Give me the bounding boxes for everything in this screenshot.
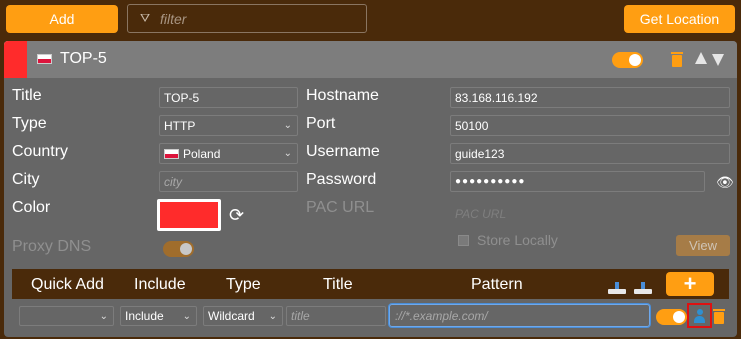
poland-flag-icon bbox=[164, 148, 179, 159]
chevron-down-icon: ⌄ bbox=[283, 148, 292, 159]
user-icon bbox=[694, 308, 705, 323]
show-password-icon[interactable]: 👁 bbox=[716, 174, 734, 191]
city-input[interactable]: city bbox=[159, 171, 298, 192]
type-label: Type bbox=[12, 115, 47, 132]
proxy-color-strip bbox=[4, 41, 27, 78]
poland-flag-icon bbox=[37, 54, 52, 64]
view-button[interactable]: View bbox=[676, 235, 730, 256]
country-label: Country bbox=[12, 143, 69, 160]
export-icon[interactable] bbox=[634, 282, 652, 294]
type-select[interactable]: HTTP ⌄ bbox=[159, 115, 298, 136]
get-location-button[interactable]: Get Location bbox=[624, 5, 735, 33]
hostname-input[interactable]: 83.168.116.192 bbox=[450, 87, 730, 108]
proxy-dns-toggle[interactable] bbox=[163, 241, 194, 257]
title-label: Title bbox=[12, 87, 42, 104]
chevron-down-icon: ⌄ bbox=[99, 311, 108, 322]
proxy-card-header[interactable]: TOP-5 bbox=[4, 41, 737, 78]
pattern-input[interactable]: ://*.example.com/ bbox=[389, 304, 650, 327]
delete-pattern-icon[interactable] bbox=[713, 309, 725, 324]
username-input[interactable]: guide123 bbox=[450, 143, 730, 164]
include-header: Include bbox=[134, 276, 186, 293]
password-label: Password bbox=[306, 171, 377, 188]
delete-proxy-icon[interactable] bbox=[671, 52, 683, 67]
proxy-title: TOP-5 bbox=[60, 50, 107, 67]
chevron-down-icon: ⌄ bbox=[268, 311, 277, 322]
move-down-icon[interactable] bbox=[712, 54, 724, 66]
pattern-enable-toggle[interactable] bbox=[656, 309, 687, 325]
include-select[interactable]: Include ⌄ bbox=[120, 306, 197, 326]
city-label: City bbox=[12, 171, 40, 188]
type-header: Type bbox=[226, 276, 261, 293]
add-button[interactable]: Add bbox=[6, 5, 118, 33]
chevron-down-icon: ⌄ bbox=[182, 311, 191, 322]
password-input[interactable]: ●●●●●●●●●● bbox=[450, 171, 705, 192]
title-input[interactable]: TOP-5 bbox=[159, 87, 298, 108]
filter-placeholder: filter bbox=[160, 10, 187, 27]
pac-url-label: PAC URL bbox=[306, 199, 375, 216]
pac-url-input[interactable]: PAC URL bbox=[450, 203, 730, 224]
proxy-dns-label: Proxy DNS bbox=[12, 238, 92, 255]
title-header: Title bbox=[323, 276, 353, 293]
pattern-header: Quick Add Include Type Title Pattern + bbox=[12, 269, 729, 299]
username-label: Username bbox=[306, 143, 380, 160]
refresh-color-icon[interactable]: ⟳ bbox=[229, 205, 244, 226]
add-pattern-button[interactable]: + bbox=[666, 271, 714, 296]
chevron-down-icon: ⌄ bbox=[283, 120, 292, 131]
pattern-header-label: Pattern bbox=[471, 276, 523, 293]
hostname-label: Hostname bbox=[306, 87, 379, 104]
type-pattern-select[interactable]: Wildcard ⌄ bbox=[203, 306, 283, 326]
proxy-card: TOP-5 Title TOP-5 Type HTTP ⌄ Country Pol… bbox=[4, 41, 737, 337]
store-locally-label: Store Locally bbox=[477, 232, 558, 248]
pattern-title-input[interactable]: title bbox=[286, 306, 386, 326]
quick-add-select[interactable]: ⌄ bbox=[19, 306, 114, 326]
import-icon[interactable] bbox=[608, 282, 626, 294]
filter-input[interactable]: ⛛ filter bbox=[127, 4, 367, 33]
port-label: Port bbox=[306, 115, 336, 132]
quick-add-header: Quick Add bbox=[31, 276, 104, 293]
proxy-enable-toggle[interactable] bbox=[612, 52, 643, 68]
store-locally-checkbox[interactable] bbox=[458, 235, 469, 246]
color-label: Color bbox=[12, 199, 51, 216]
pattern-user-button[interactable] bbox=[687, 303, 712, 328]
move-up-icon[interactable] bbox=[695, 52, 707, 64]
color-picker[interactable] bbox=[157, 199, 221, 231]
filter-icon: ⛛ bbox=[139, 11, 151, 25]
port-input[interactable]: 50100 bbox=[450, 115, 730, 136]
country-select[interactable]: Poland ⌄ bbox=[159, 143, 298, 164]
